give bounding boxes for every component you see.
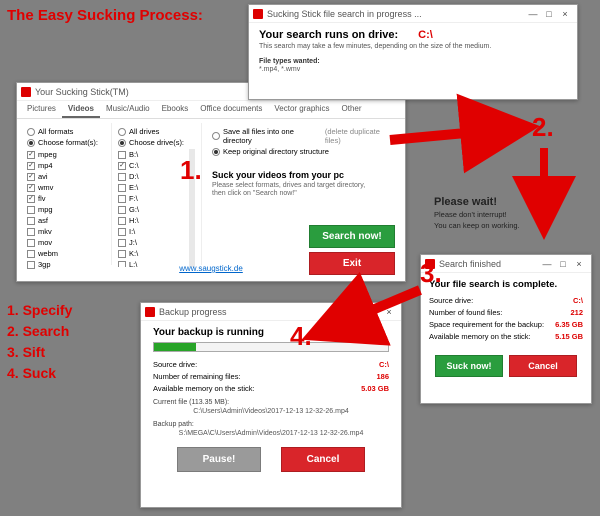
tab-videos[interactable]: Videos — [62, 101, 100, 118]
minimize-button[interactable]: — — [539, 257, 555, 271]
checkbox-drive[interactable] — [118, 228, 126, 236]
radio-save-one-dir[interactable] — [212, 132, 220, 140]
checkbox-mov[interactable] — [27, 239, 35, 247]
checkbox-mkv[interactable] — [27, 228, 35, 236]
app-icon — [145, 307, 155, 317]
checkbox-asf[interactable] — [27, 217, 35, 225]
drives-column: All drives Choose drive(s): B:\C:\D:\E:\… — [111, 123, 201, 265]
step-1: 1. Specify — [7, 300, 72, 321]
maximize-button[interactable]: □ — [555, 257, 571, 271]
cancel-button[interactable]: Cancel — [509, 355, 577, 377]
close-button[interactable]: × — [381, 305, 397, 319]
checkbox-drive[interactable] — [118, 217, 126, 225]
app-icon — [253, 9, 263, 19]
callout-4: 4. — [290, 321, 312, 352]
checkbox-webm[interactable] — [27, 250, 35, 258]
checkbox-mpg[interactable] — [27, 206, 35, 214]
done-heading: Your file search is complete. — [429, 279, 583, 290]
search-finished-window: Search finished —□× Your file search is c… — [420, 254, 592, 404]
maximize-button[interactable]: □ — [365, 305, 381, 319]
formats-column: All formats Choose format(s): mpegmp4avi… — [21, 123, 111, 265]
callout-1: 1. — [180, 155, 202, 186]
search-progress-window: Sucking Stick file search in progress ..… — [248, 4, 578, 100]
checkbox-drive[interactable] — [118, 173, 126, 181]
radio-keep-structure[interactable] — [212, 148, 220, 156]
checkbox-flv[interactable] — [27, 195, 35, 203]
search-drive: C:\ — [418, 29, 433, 41]
progress-bar — [153, 342, 389, 352]
checkbox-avi[interactable] — [27, 173, 35, 181]
checkbox-drive[interactable] — [118, 195, 126, 203]
tab-pictures[interactable]: Pictures — [21, 101, 62, 118]
search-heading: Your search runs on drive: — [259, 29, 398, 41]
minimize-button[interactable]: — — [349, 305, 365, 319]
tab-ebooks[interactable]: Ebooks — [156, 101, 195, 118]
backup-file-path: S:\MEGA\C\Users\Admin\Videos\2017-12-13 … — [153, 430, 389, 437]
done-title: Search finished — [439, 259, 501, 269]
main-title: Your Sucking Stick(TM) — [35, 87, 129, 97]
radio-choose-drives[interactable] — [118, 139, 126, 147]
backup-progress-window: Backup progress —□× Your backup is runnin… — [140, 302, 402, 508]
radio-all-formats[interactable] — [27, 128, 35, 136]
checkbox-drive[interactable] — [118, 162, 126, 170]
main-window: Your Sucking Stick(TM) — □ × PicturesVid… — [16, 82, 406, 282]
maximize-button[interactable]: □ — [541, 7, 557, 21]
close-button[interactable]: × — [571, 257, 587, 271]
tab-bar: PicturesVideosMusic/AudioEbooksOffice do… — [17, 101, 405, 119]
please-wait-text: Please wait! Please don't interrupt! You… — [434, 196, 520, 230]
suck-heading: Suck your videos from your pc — [212, 170, 395, 180]
tab-music-audio[interactable]: Music/Audio — [100, 101, 156, 118]
callout-3: 3. — [420, 258, 442, 289]
app-icon — [21, 87, 31, 97]
search-now-button[interactable]: Search now! — [309, 225, 395, 248]
tab-office-documents[interactable]: Office documents — [194, 101, 268, 118]
checkbox-mpeg[interactable] — [27, 151, 35, 159]
pause-button[interactable]: Pause! — [177, 447, 261, 472]
current-file-path: C:\Users\Admin\Videos\2017-12-13 12-32-2… — [153, 408, 389, 415]
progress-fill — [154, 343, 196, 351]
tab-other[interactable]: Other — [336, 101, 368, 118]
checkbox-drive[interactable] — [118, 184, 126, 192]
steps-list: 1. Specify 2. Search 3. Sift 4. Suck — [7, 300, 72, 384]
close-button[interactable]: × — [557, 7, 573, 21]
checkbox-wmv[interactable] — [27, 184, 35, 192]
bak-heading: Your backup is running — [153, 327, 389, 338]
cancel-button[interactable]: Cancel — [281, 447, 365, 472]
checkbox-mp4[interactable] — [27, 162, 35, 170]
bak-title: Backup progress — [159, 307, 227, 317]
suck-now-button[interactable]: Suck now! — [435, 355, 503, 377]
radio-all-drives[interactable] — [118, 128, 126, 136]
exit-button[interactable]: Exit — [309, 252, 395, 275]
website-link[interactable]: www.saugstick.de — [179, 264, 243, 273]
page-title: The Easy Sucking Process: — [7, 7, 203, 24]
file-types: *.mp4, *.wmv — [259, 66, 567, 73]
tab-vector-graphics[interactable]: Vector graphics — [268, 101, 335, 118]
checkbox-drive[interactable] — [118, 206, 126, 214]
checkbox-drive[interactable] — [118, 151, 126, 159]
step-2: 2. Search — [7, 321, 72, 342]
radio-choose-formats[interactable] — [27, 139, 35, 147]
minimize-button[interactable]: — — [525, 7, 541, 21]
checkbox-drive[interactable] — [118, 261, 126, 268]
step-3: 3. Sift — [7, 342, 72, 363]
step-4: 4. Suck — [7, 363, 72, 384]
search-title: Sucking Stick file search in progress ..… — [267, 9, 422, 19]
checkbox-3gp[interactable] — [27, 261, 35, 269]
callout-2: 2. — [532, 112, 554, 143]
checkbox-drive[interactable] — [118, 239, 126, 247]
checkbox-drive[interactable] — [118, 250, 126, 258]
